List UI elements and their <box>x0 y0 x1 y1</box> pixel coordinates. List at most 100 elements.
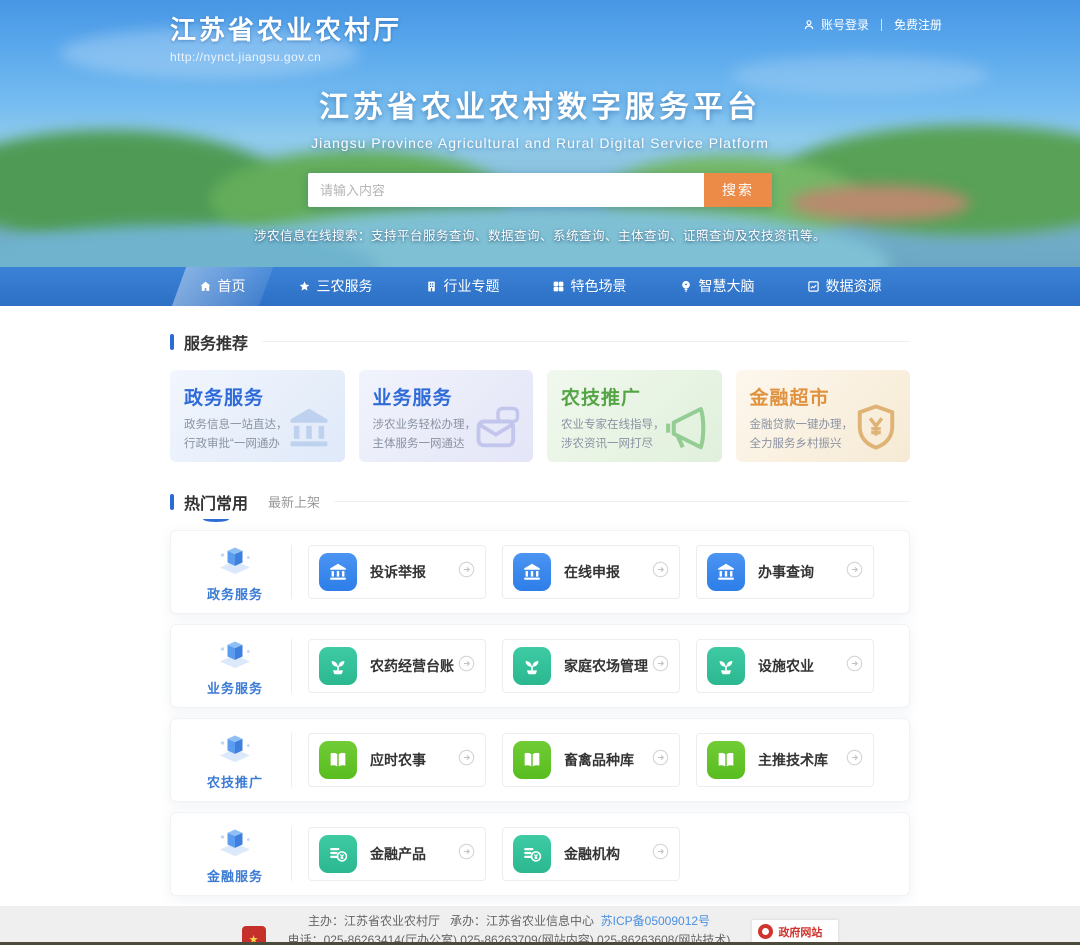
category-agtech: 农技推广 <box>185 728 285 791</box>
nav-item-brain[interactable]: 智慧大脑 <box>653 267 781 306</box>
chart-icon <box>807 280 820 293</box>
arrow-right-icon <box>458 749 475 771</box>
login-link[interactable]: 账号登录 <box>821 16 869 33</box>
platform-title: 江苏省农业农村数字服务平台 <box>0 82 1080 126</box>
divider <box>291 827 292 881</box>
hero-banner: 江苏省农业农村厅 http://nynct.jiangsu.gov.cn 账号登… <box>0 0 1080 267</box>
nav-label: 数据资源 <box>826 276 882 296</box>
divider <box>881 19 882 31</box>
star-icon <box>298 280 311 293</box>
arrow-right-icon <box>652 843 669 865</box>
service-complaint-report[interactable]: 投诉举报 <box>308 545 486 599</box>
nav-item-industry[interactable]: 行业专题 <box>399 267 526 306</box>
icp-link[interactable]: 苏ICP备05009012号 <box>601 914 710 928</box>
arrow-right-icon <box>846 749 863 771</box>
section-header-hot: 热门常用 最新上架 <box>170 490 910 514</box>
service-affair-query[interactable]: 办事查询 <box>696 545 874 599</box>
card-gov-services[interactable]: 政务服务 政务信息一站直达， 行政审批“一网通办 <box>170 370 345 462</box>
hot-row-finance: 金融服务 金融产品 金融机构 <box>170 812 910 896</box>
platform-subtitle: Jiangsu Province Agricultural and Rural … <box>0 135 1080 151</box>
service-facility-agriculture[interactable]: 设施农业 <box>696 639 874 693</box>
site-logo: 江苏省农业农村厅 http://nynct.jiangsu.gov.cn <box>170 10 402 64</box>
tab-hot-common[interactable]: 热门常用 <box>184 490 248 514</box>
finance-icon <box>319 835 357 873</box>
card-agtech-promotion[interactable]: 农技推广 农业专家在线指导， 涉农资讯一网打尽 <box>547 370 722 462</box>
service-livestock-breeds[interactable]: 畜禽品种库 <box>502 733 680 787</box>
footer-text: 主办：江苏省农业农村厅 承办：江苏省农业信息中心 苏ICP备05009012号 … <box>288 912 731 945</box>
hot-row-gov: 政务服务 投诉举报 在线申报 办事查询 <box>170 530 910 614</box>
hero-content: 江苏省农业农村数字服务平台 Jiangsu Province Agricultu… <box>0 82 1080 244</box>
section-accent-bar <box>170 494 174 510</box>
arrow-right-icon <box>652 749 669 771</box>
service-pesticide-ledger[interactable]: 农药经营台账 <box>308 639 486 693</box>
register-link[interactable]: 免费注册 <box>894 16 942 33</box>
category-business: 业务服务 <box>185 634 285 697</box>
footer-host: 主办：江苏省农业农村厅 <box>308 914 440 928</box>
category-label: 农技推广 <box>207 772 263 791</box>
grid-icon <box>552 280 565 293</box>
gov-badge-label: 政府网站 <box>778 924 822 940</box>
bank-icon <box>707 553 745 591</box>
category-label: 业务服务 <box>207 678 263 697</box>
service-label: 金融机构 <box>564 844 620 864</box>
service-key-technologies[interactable]: 主推技术库 <box>696 733 874 787</box>
service-label: 办事查询 <box>758 562 814 582</box>
tab-label: 热门常用 <box>184 496 248 513</box>
nav-item-sannong[interactable]: 三农服务 <box>272 267 399 306</box>
shield-yuan-icon <box>850 400 902 454</box>
section-rule <box>262 341 910 342</box>
service-family-farm[interactable]: 家庭农场管理 <box>502 639 680 693</box>
search-bar: 搜索 <box>308 173 772 207</box>
nav-item-data[interactable]: 数据资源 <box>781 267 908 306</box>
nav-item-scenes[interactable]: 特色场景 <box>526 267 653 306</box>
arrow-right-icon <box>458 655 475 677</box>
bank-icon <box>319 553 357 591</box>
gov-site-badge[interactable]: 政府网站 <box>752 920 838 944</box>
nav-label: 首页 <box>218 276 246 296</box>
sprout-icon <box>707 647 745 685</box>
arrow-right-icon <box>652 561 669 583</box>
sprout-icon <box>513 647 551 685</box>
nav-item-home[interactable]: 首页 <box>173 267 272 306</box>
search-input[interactable] <box>308 173 704 207</box>
site-name: 江苏省农业农村厅 <box>170 10 402 47</box>
service-seasonal-farming[interactable]: 应时农事 <box>308 733 486 787</box>
card-finance-market[interactable]: 金融超市 金融贷款一键办理， 全力服务乡村振兴 <box>736 370 911 462</box>
nav-label: 特色场景 <box>571 276 627 296</box>
nav-label: 智慧大脑 <box>699 276 755 296</box>
recommend-cards: 政务服务 政务信息一站直达， 行政审批“一网通办 业务服务 涉农业务轻松办理， … <box>170 370 910 462</box>
service-finance-institutions[interactable]: 金融机构 <box>502 827 680 881</box>
bank-icon <box>513 553 551 591</box>
tab-newest[interactable]: 最新上架 <box>268 492 320 511</box>
service-finance-products[interactable]: 金融产品 <box>308 827 486 881</box>
service-online-declare[interactable]: 在线申报 <box>502 545 680 599</box>
finance-icon <box>513 835 551 873</box>
divider <box>291 639 292 693</box>
arrow-right-icon <box>458 843 475 865</box>
mail-icon <box>471 402 525 454</box>
service-label: 设施农业 <box>758 656 814 676</box>
service-label: 家庭农场管理 <box>564 656 648 676</box>
footer-organizer: 承办：江苏省农业信息中心 <box>450 914 594 928</box>
footer: ★ 主办：江苏省农业农村厅 承办：江苏省农业信息中心 苏ICP备05009012… <box>0 906 1080 945</box>
section-rule <box>334 501 910 502</box>
book-icon <box>513 741 551 779</box>
category-finance: 金融服务 <box>185 822 285 885</box>
card-business-services[interactable]: 业务服务 涉农业务轻松办理， 主体服务一网通达 <box>359 370 534 462</box>
search-button[interactable]: 搜索 <box>704 173 772 207</box>
building-icon <box>425 280 438 293</box>
service-label: 投诉举报 <box>370 562 426 582</box>
cube-3d-icon <box>214 728 256 768</box>
arrow-right-icon <box>846 655 863 677</box>
nav-label: 行业专题 <box>444 276 500 296</box>
service-label: 畜禽品种库 <box>564 750 634 770</box>
divider <box>291 545 292 599</box>
cube-3d-icon <box>214 822 256 862</box>
bulb-icon <box>679 279 693 293</box>
bank-icon <box>281 402 337 454</box>
search-hint: 涉农信息在线搜索：支持平台服务查询、数据查询、系统查询、主体查询、证照查询及农技… <box>0 225 1080 244</box>
service-label: 金融产品 <box>370 844 426 864</box>
hot-row-agtech: 农技推广 应时农事 畜禽品种库 主推技术库 <box>170 718 910 802</box>
main-content: 服务推荐 政务服务 政务信息一站直达， 行政审批“一网通办 业务服务 涉农业务轻… <box>0 306 1080 906</box>
section-accent-bar <box>170 334 174 350</box>
